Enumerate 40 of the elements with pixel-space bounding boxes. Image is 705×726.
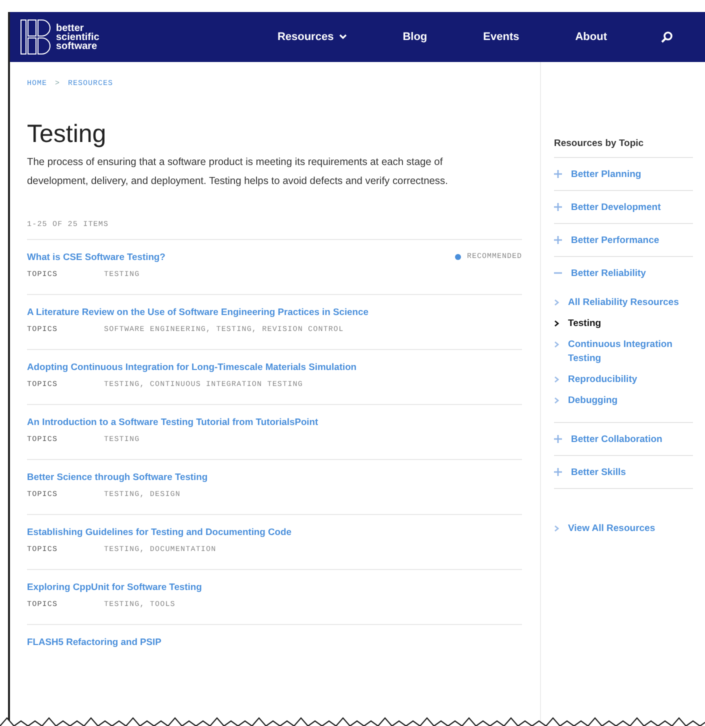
resource-link[interactable]: Adopting Continuous Integration for Long-Timescale Materials Simulation bbox=[27, 361, 357, 372]
chevron-right-icon bbox=[554, 397, 559, 404]
sidebar-subtopic-link[interactable]: All Reliability Resources bbox=[568, 296, 679, 310]
sidebar-topic-link[interactable]: Better Performance bbox=[571, 234, 660, 246]
sidebar-topic-link[interactable]: Better Planning bbox=[571, 168, 642, 180]
sidebar-topic-link[interactable]: Better Skills bbox=[571, 466, 626, 478]
sidebar-topic-link[interactable]: Better Collaboration bbox=[571, 434, 662, 444]
view-all-link[interactable]: View All Resources bbox=[568, 522, 656, 536]
resource-link[interactable]: A Literature Review on the Use of Software Engineering Practices in Science bbox=[27, 306, 368, 317]
nav-link[interactable]: Events bbox=[483, 31, 520, 43]
recommended-dot-icon bbox=[454, 254, 461, 260]
logo-icon bbox=[20, 19, 52, 55]
sidebar-subtopic-link[interactable]: Continuous Integration Testing bbox=[568, 338, 693, 366]
sidebar-topic-link[interactable]: Better Reliability bbox=[571, 268, 646, 278]
resource-link[interactable]: FLASH5 Refactoring and PSIP bbox=[27, 636, 162, 647]
sidebar-heading: Resources by Topic bbox=[554, 138, 693, 158]
chevron-right-icon bbox=[554, 341, 559, 348]
resource-link[interactable]: An Introduction to a Software Testing Tutorial from TutorialsPoint bbox=[27, 416, 318, 427]
sidebar-subtopic-link[interactable]: Testing bbox=[568, 317, 602, 331]
sidebar-subtopic-link[interactable]: Reproducibility bbox=[568, 373, 638, 387]
resource-link[interactable]: Establishing Guidelines for Testing and Documenting Code bbox=[27, 526, 292, 537]
chevron-right-icon bbox=[554, 525, 559, 532]
logo-text-line: scientific bbox=[56, 32, 100, 42]
nav-link[interactable]: About bbox=[575, 31, 607, 43]
resource-link[interactable]: Better Science through Software Testing bbox=[27, 471, 208, 482]
nav-link[interactable]: Resources bbox=[277, 31, 347, 43]
nav-link[interactable]: Blog bbox=[402, 31, 428, 43]
page-title: Testing bbox=[27, 120, 108, 149]
resource-link[interactable]: Exploring CppUnit for Software Testing bbox=[27, 581, 202, 592]
logo-text-line: better bbox=[56, 24, 84, 32]
logo-text-line: software bbox=[56, 42, 98, 50]
chevron-down-icon bbox=[338, 34, 347, 40]
chevron-right-icon bbox=[554, 320, 559, 327]
chevron-right-icon bbox=[554, 376, 559, 383]
search-icon[interactable] bbox=[661, 31, 673, 43]
resource-link[interactable]: What is CSE Software Testing? bbox=[27, 251, 166, 262]
sidebar-subtopic-link[interactable]: Debugging bbox=[568, 394, 618, 408]
chevron-right-icon bbox=[554, 299, 559, 306]
page-description: The process of ensuring that a software product is meeting its requirements at each stage of development, delivery, and deployment. Testing helps to avoid defects and verify correctness. bbox=[27, 156, 449, 189]
sidebar-topic-link[interactable]: Better Development bbox=[571, 202, 661, 212]
